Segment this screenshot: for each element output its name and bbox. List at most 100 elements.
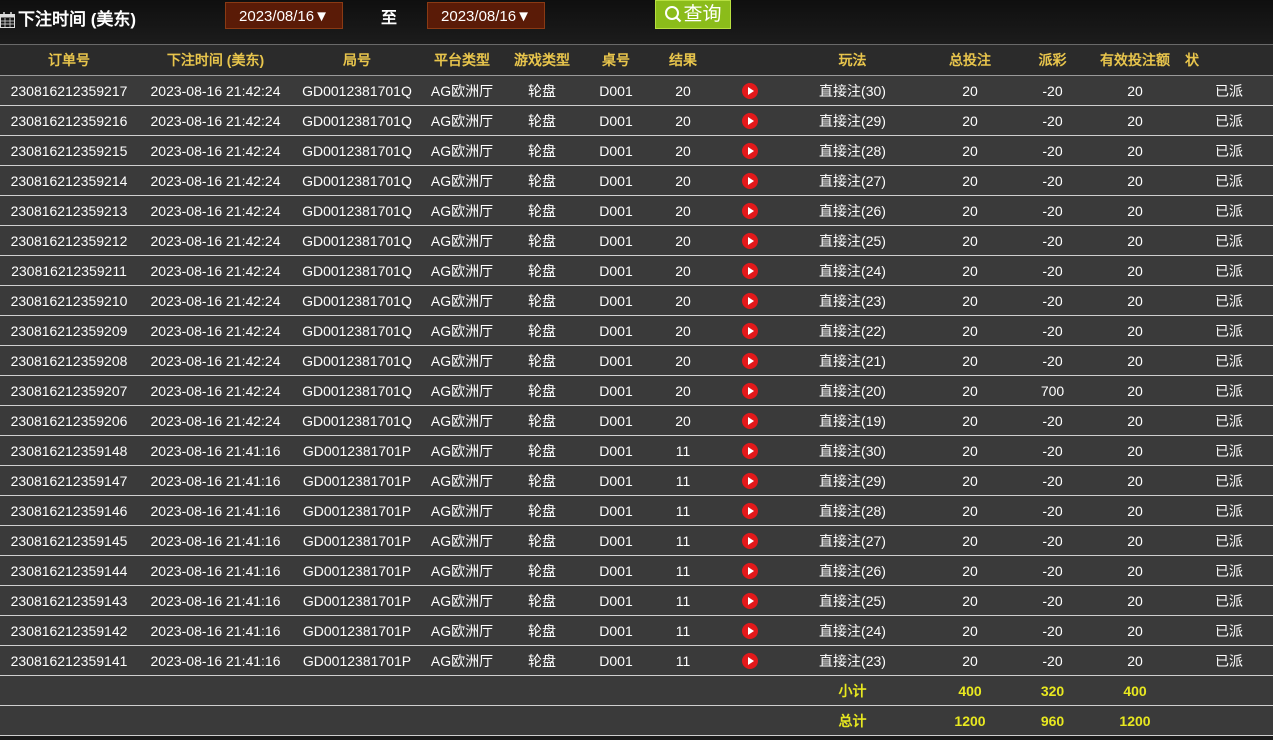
cell-order-no: 230816212359213 xyxy=(0,195,138,226)
cell-table-no: D001 xyxy=(581,495,651,526)
cell-result: 11 xyxy=(651,495,715,526)
cell-video xyxy=(715,465,785,496)
cell-round-no: GD0012381701Q xyxy=(293,315,421,346)
cell-status: 已派 xyxy=(1185,525,1273,556)
cell-total-bet: 20 xyxy=(920,465,1020,496)
cell-order-no: 230816212359214 xyxy=(0,165,138,196)
cell-payout: -20 xyxy=(1020,135,1085,166)
subtotal-valid: 400 xyxy=(1085,675,1185,706)
cell-total-bet: 20 xyxy=(920,375,1020,406)
cell-game-type: 轮盘 xyxy=(503,525,581,556)
cell-play: 直接注(28) xyxy=(785,135,920,166)
table-row: 230816212359207 2023-08-16 21:42:24 GD0012… xyxy=(0,375,1273,406)
cell-video xyxy=(715,345,785,376)
cell-table-no: D001 xyxy=(581,255,651,286)
cell-order-no: 230816212359206 xyxy=(0,405,138,436)
cell-total-bet: 20 xyxy=(920,615,1020,646)
cell-order-no: 230816212359143 xyxy=(0,585,138,616)
play-icon[interactable] xyxy=(742,263,758,280)
play-icon[interactable] xyxy=(742,563,758,580)
table-row: 230816212359206 2023-08-16 21:42:24 GD0012… xyxy=(0,405,1273,436)
play-icon[interactable] xyxy=(742,293,758,310)
play-icon[interactable] xyxy=(742,233,758,250)
play-icon[interactable] xyxy=(742,383,758,400)
cell-payout: -20 xyxy=(1020,75,1085,106)
cell-table-no: D001 xyxy=(581,435,651,466)
to-date-select[interactable]: 2023/08/16▼ xyxy=(427,2,545,29)
cell-result: 11 xyxy=(651,555,715,586)
cell-total-bet: 20 xyxy=(920,555,1020,586)
col-header-table-no: 桌号 xyxy=(581,44,651,76)
play-icon[interactable] xyxy=(742,83,758,100)
play-icon[interactable] xyxy=(742,653,758,670)
cell-total-bet: 20 xyxy=(920,405,1020,436)
cell-status: 已派 xyxy=(1185,465,1273,496)
cell-result: 20 xyxy=(651,195,715,226)
table-row: 230816212359208 2023-08-16 21:42:24 GD0012… xyxy=(0,345,1273,376)
play-icon[interactable] xyxy=(742,203,758,220)
cell-bet-time: 2023-08-16 21:42:24 xyxy=(138,135,293,166)
cell-order-no: 230816212359208 xyxy=(0,345,138,376)
cell-game-type: 轮盘 xyxy=(503,465,581,496)
cell-bet-time: 2023-08-16 21:42:24 xyxy=(138,345,293,376)
cell-play: 直接注(27) xyxy=(785,525,920,556)
cell-total-bet: 20 xyxy=(920,645,1020,676)
play-icon[interactable] xyxy=(742,413,758,430)
play-icon[interactable] xyxy=(742,623,758,640)
cell-play: 直接注(30) xyxy=(785,75,920,106)
cell-platform: AG欧洲厅 xyxy=(421,615,503,646)
cell-table-no: D001 xyxy=(581,345,651,376)
cell-video xyxy=(715,405,785,436)
cell-video xyxy=(715,285,785,316)
cell-total-bet: 20 xyxy=(920,255,1020,286)
play-icon[interactable] xyxy=(742,323,758,340)
col-header-status: 状 xyxy=(1185,44,1273,76)
play-icon[interactable] xyxy=(742,143,758,160)
cell-bet-time: 2023-08-16 21:42:24 xyxy=(138,225,293,256)
cell-table-no: D001 xyxy=(581,405,651,436)
cell-round-no: GD0012381701P xyxy=(293,585,421,616)
cell-result: 20 xyxy=(651,75,715,106)
cell-play: 直接注(30) xyxy=(785,435,920,466)
cell-platform: AG欧洲厅 xyxy=(421,165,503,196)
play-icon[interactable] xyxy=(742,353,758,370)
col-header-round-no: 局号 xyxy=(293,44,421,76)
cell-video xyxy=(715,525,785,556)
search-icon xyxy=(665,6,682,23)
cell-valid-bet: 20 xyxy=(1085,615,1185,646)
col-header-platform: 平台类型 xyxy=(421,44,503,76)
cell-table-no: D001 xyxy=(581,135,651,166)
play-icon[interactable] xyxy=(742,593,758,610)
cell-result: 20 xyxy=(651,405,715,436)
from-date-select[interactable]: 2023/08/16▼ xyxy=(225,2,343,29)
play-icon[interactable] xyxy=(742,533,758,550)
subtotal-payout: 320 xyxy=(1020,675,1085,706)
cell-video xyxy=(715,375,785,406)
cell-result: 20 xyxy=(651,255,715,286)
cell-status: 已派 xyxy=(1185,375,1273,406)
play-icon[interactable] xyxy=(742,503,758,520)
cell-status: 已派 xyxy=(1185,645,1273,676)
play-icon[interactable] xyxy=(742,113,758,130)
cell-payout: -20 xyxy=(1020,255,1085,286)
filter-bar: 下注时间 (美东) 2023/08/16▼ 至 2023/08/16▼ 查询 xyxy=(0,0,1273,44)
cell-result: 20 xyxy=(651,345,715,376)
cell-order-no: 230816212359146 xyxy=(0,495,138,526)
cell-video xyxy=(715,195,785,226)
play-icon[interactable] xyxy=(742,443,758,460)
cell-payout: -20 xyxy=(1020,645,1085,676)
play-icon[interactable] xyxy=(742,173,758,190)
cell-payout: -20 xyxy=(1020,465,1085,496)
cell-total-bet: 20 xyxy=(920,135,1020,166)
cell-video xyxy=(715,585,785,616)
play-icon[interactable] xyxy=(742,473,758,490)
cell-platform: AG欧洲厅 xyxy=(421,375,503,406)
query-button[interactable]: 查询 xyxy=(655,0,731,29)
cell-valid-bet: 20 xyxy=(1085,105,1185,136)
cell-order-no: 230816212359217 xyxy=(0,75,138,106)
cell-valid-bet: 20 xyxy=(1085,495,1185,526)
cell-payout: -20 xyxy=(1020,195,1085,226)
cell-platform: AG欧洲厅 xyxy=(421,645,503,676)
cell-table-no: D001 xyxy=(581,555,651,586)
cell-game-type: 轮盘 xyxy=(503,615,581,646)
